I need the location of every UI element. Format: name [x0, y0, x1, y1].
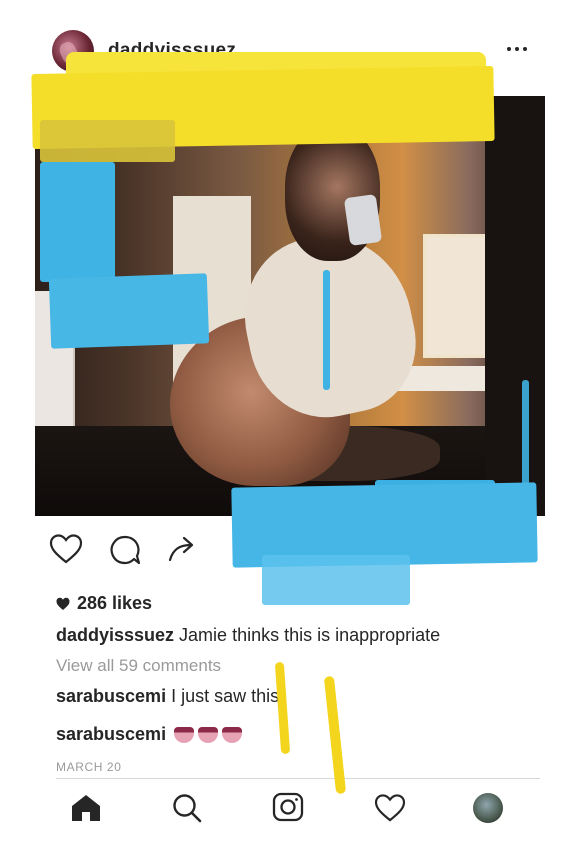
comment-row: sarabuscemi — [56, 724, 243, 745]
post-caption: daddyisssuez Jamie thinks this is inappr… — [56, 625, 440, 646]
caption-username[interactable]: daddyisssuez — [56, 625, 174, 645]
photo-mirror-frame — [485, 96, 545, 516]
heart-icon[interactable] — [374, 794, 406, 827]
caption-text: Jamie thinks this is inappropriate — [174, 625, 441, 645]
camera-icon[interactable] — [272, 792, 304, 827]
share-arrow-icon[interactable] — [167, 534, 197, 564]
blue-paint-stroke — [48, 273, 210, 349]
nav-divider — [56, 778, 540, 779]
comment-row: sarabuscemi I just saw this — [56, 686, 279, 707]
heart-outline-icon[interactable] — [49, 534, 83, 564]
blue-paint-stroke — [262, 555, 410, 605]
blue-paint-stroke — [40, 162, 115, 282]
view-all-comments-link[interactable]: View all 59 comments — [56, 656, 221, 676]
mouth-icon — [198, 726, 219, 743]
post-date: MARCH 20 — [56, 760, 122, 774]
yellow-paint-drip — [323, 675, 347, 795]
heart-filled-icon — [56, 597, 70, 610]
search-icon[interactable] — [172, 793, 202, 828]
comment-text: I just saw this — [166, 686, 280, 706]
comment-username[interactable]: sarabuscemi — [56, 686, 166, 706]
yellow-paint-drip — [274, 661, 291, 755]
mouth-icon — [222, 726, 243, 743]
profile-avatar[interactable] — [473, 793, 503, 823]
comment-username[interactable]: sarabuscemi — [56, 724, 166, 745]
more-horizontal-icon[interactable] — [507, 44, 529, 54]
photo-phone — [343, 194, 383, 246]
home-icon[interactable] — [70, 793, 102, 828]
mouth-icon — [174, 726, 195, 743]
likes-label: 286 likes — [77, 593, 153, 613]
mouth-emoji-group — [174, 726, 243, 743]
comment-bubble-icon[interactable] — [109, 534, 141, 566]
likes-count[interactable]: 286 likes — [56, 593, 152, 614]
yellow-paint-stroke — [40, 120, 175, 162]
blue-paint-stroke — [323, 270, 330, 390]
